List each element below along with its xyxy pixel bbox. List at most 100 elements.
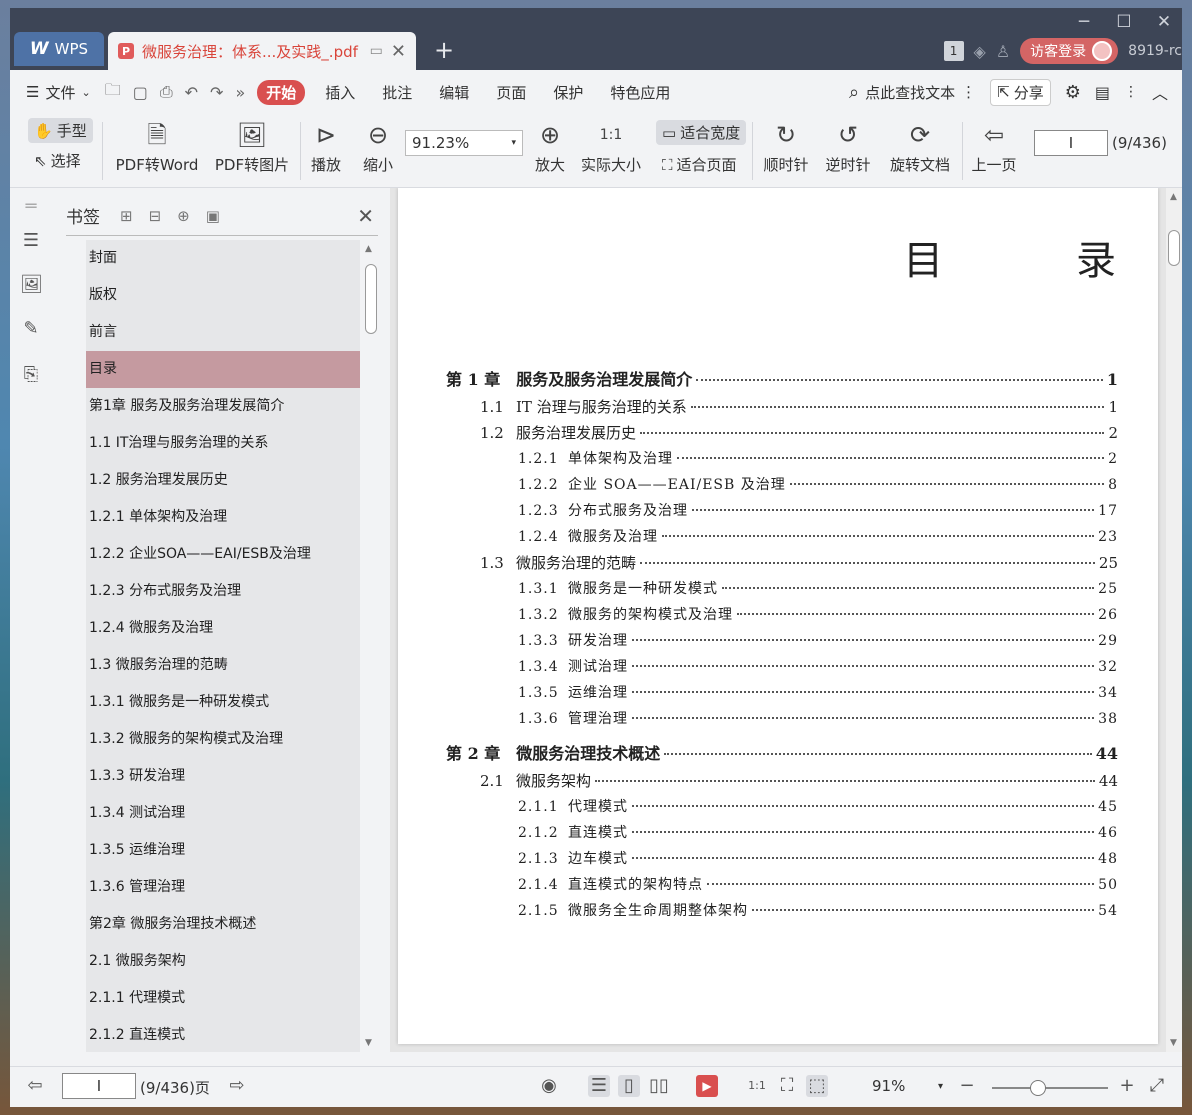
bookmark-item[interactable]: 1.3.5 运维治理	[86, 832, 360, 869]
toc-entry[interactable]: 1.3.3 研发治理 29	[446, 630, 1118, 656]
fit-page-button[interactable]: ⛶ 适合页面	[662, 154, 737, 175]
collapse-all-icon[interactable]: ⊟	[149, 207, 162, 225]
bookmark-item[interactable]: 第1章 服务及服务治理发展简介	[86, 388, 360, 425]
toc-entry[interactable]: 1.3.2 微服务的架构模式及治理 26	[446, 604, 1118, 630]
new-tab-icon[interactable]: +	[434, 36, 454, 64]
rotate-document-button[interactable]: ⟳ 旋转文档	[888, 120, 952, 175]
toc-entry[interactable]: 1.1 IT 治理与服务治理的关系 1	[446, 396, 1118, 422]
more-icon[interactable]: ⋮	[1124, 84, 1138, 100]
fit-page-icon[interactable]: ⛶	[776, 1075, 798, 1097]
toc-entry[interactable]: 2.1.5 微服务全生命周期整体架构 54	[446, 900, 1118, 926]
bookmark-list-icon[interactable]: ☰	[20, 230, 42, 252]
toc-entry[interactable]: 2.1.4 直连模式的架构特点 50	[446, 874, 1118, 900]
bookmark-item[interactable]: 2.1.2 直连模式	[86, 1017, 360, 1052]
bookmark-item[interactable]: 前言	[86, 314, 360, 351]
scroll-up-icon[interactable]: ▲	[1170, 192, 1177, 202]
toc-entry[interactable]: 1.3 微服务治理的范畴 25	[446, 552, 1118, 578]
zoom-out-button[interactable]: ⊖ 缩小	[360, 120, 396, 175]
bookmark-item[interactable]: 1.2 服务治理发展历史	[86, 462, 360, 499]
fit-width-icon[interactable]: ⬚	[806, 1075, 828, 1097]
play-slideshow-icon[interactable]: ▶	[696, 1075, 718, 1097]
two-page-icon[interactable]: ▯▯	[648, 1075, 670, 1097]
find-text-button[interactable]: ⌕ 点此查找文本 ⋮	[849, 82, 976, 103]
undo-icon[interactable]: ↶	[185, 83, 198, 102]
chevron-down-icon[interactable]: ▾	[938, 1081, 943, 1092]
prev-page-icon[interactable]: ⇦	[24, 1075, 46, 1097]
expand-all-icon[interactable]: ⊞	[120, 207, 133, 225]
guest-login-button[interactable]: 访客登录	[1020, 38, 1119, 64]
drag-handle-icon[interactable]: ═	[20, 196, 42, 218]
tab-document[interactable]: P 微服务治理：体系...及实践_.pdf ▭ ✕	[108, 32, 416, 70]
status-page-input[interactable]: I	[62, 1073, 136, 1099]
bookmark-item[interactable]: 1.3.6 管理治理	[86, 869, 360, 906]
add-bookmark-icon[interactable]: ⊕	[177, 207, 190, 225]
tab-insert[interactable]: 插入	[325, 82, 355, 103]
bookmark-options-icon[interactable]: ▣	[206, 207, 220, 225]
actual-size-icon[interactable]: 1:1	[746, 1075, 768, 1097]
close-window-icon[interactable]: ✕	[1156, 12, 1172, 32]
bookmark-item[interactable]: 1.3.1 微服务是一种研发模式	[86, 684, 360, 721]
more-chevron-icon[interactable]: »	[235, 83, 245, 102]
tab-wps-home[interactable]: W WPS	[14, 32, 104, 66]
toc-entry[interactable]: 2.1.2 直连模式 46	[446, 822, 1118, 848]
actual-size-button[interactable]: 1:1 实际大小	[580, 120, 642, 175]
bookmark-item[interactable]: 1.3.3 研发治理	[86, 758, 360, 795]
bookmark-item[interactable]: 1.1 IT治理与服务治理的关系	[86, 425, 360, 462]
bookmark-item[interactable]: 1.2.2 企业SOA——EAI/ESB及治理	[86, 536, 360, 573]
scroll-thumb[interactable]	[1168, 230, 1180, 266]
zoom-slider-knob[interactable]	[1030, 1080, 1046, 1096]
share-button[interactable]: ⇱ 分享	[990, 78, 1051, 106]
toc-entry[interactable]: 2.1.1 代理模式 45	[446, 796, 1118, 822]
toc-entry[interactable]: 1.2.4 微服务及治理 23	[446, 526, 1118, 552]
page-number-input[interactable]: I	[1034, 130, 1108, 156]
toc-entry[interactable]: 1.2 服务治理发展历史 2	[446, 422, 1118, 448]
toc-entry[interactable]: 第 1 章服务及服务治理发展简介 1	[446, 366, 1118, 396]
bookmark-item[interactable]: 1.2.3 分布式服务及治理	[86, 573, 360, 610]
thumbnail-icon[interactable]: 🖼	[20, 274, 43, 296]
shirt-icon[interactable]: ♙	[996, 42, 1010, 61]
toc-entry[interactable]: 1.2.2 企业 SOA——EAI/ESB 及治理 8	[446, 474, 1118, 500]
tab-edit[interactable]: 编辑	[439, 82, 469, 103]
rotate-counterclockwise-button[interactable]: ↺ 逆时针	[824, 120, 872, 175]
scroll-down-icon[interactable]: ▼	[365, 1038, 372, 1048]
bookmark-item[interactable]: 1.3.4 测试治理	[86, 795, 360, 832]
hand-tool-button[interactable]: ✋ 手型	[28, 118, 93, 143]
collapse-ribbon-icon[interactable]: ︿	[1152, 80, 1168, 104]
close-tab-icon[interactable]: ✕	[391, 41, 406, 62]
zoom-in-icon[interactable]: +	[1116, 1075, 1138, 1097]
fit-width-button[interactable]: ▭ 适合宽度	[656, 120, 747, 145]
zoom-in-button[interactable]: ⊕ 放大	[532, 120, 568, 175]
toc-entry[interactable]: 2.1 微服务架构 44	[446, 770, 1118, 796]
toc-entry[interactable]: 1.3.4 测试治理 32	[446, 656, 1118, 682]
bookmark-scrollbar[interactable]: ▲ ▼	[362, 240, 378, 1052]
pdf-to-image-button[interactable]: 🖼 PDF转图片	[214, 120, 290, 175]
single-page-icon[interactable]: ▯	[618, 1075, 640, 1097]
eye-protection-icon[interactable]: ◉	[538, 1075, 560, 1097]
bookmark-item[interactable]: 2.1.1 代理模式	[86, 980, 360, 1017]
window-count-badge[interactable]: 1	[943, 41, 964, 61]
continuous-view-icon[interactable]: ☰	[588, 1075, 610, 1097]
zoom-slider[interactable]	[992, 1080, 1108, 1096]
document-scrollbar[interactable]: ▲ ▼	[1166, 188, 1182, 1052]
bookmark-item[interactable]: 第2章 微服务治理技术概述	[86, 906, 360, 943]
toc-entry[interactable]: 第 2 章微服务治理技术概述 44	[446, 740, 1118, 770]
play-button[interactable]: ⊳ 播放	[308, 120, 344, 175]
tab-start[interactable]: 开始	[257, 79, 306, 105]
bookmark-item[interactable]: 版权	[86, 277, 360, 314]
scroll-down-icon[interactable]: ▼	[1170, 1038, 1177, 1048]
toc-entry[interactable]: 1.3.1 微服务是一种研发模式 25	[446, 578, 1118, 604]
bookmark-item[interactable]: 1.2.1 单体架构及治理	[86, 499, 360, 536]
bookmark-item[interactable]: 2.1 微服务架构	[86, 943, 360, 980]
zoom-out-icon[interactable]: −	[956, 1075, 978, 1097]
toc-entry[interactable]: 1.3.5 运维治理 34	[446, 682, 1118, 708]
scroll-thumb[interactable]	[365, 264, 377, 334]
prev-page-button[interactable]: ⇦ 上一页	[970, 120, 1018, 175]
tab-protect[interactable]: 保护	[553, 82, 583, 103]
annotation-icon[interactable]: ✎	[20, 318, 42, 340]
tab-features[interactable]: 特色应用	[610, 82, 670, 103]
bookmark-item[interactable]: 1.3.2 微服务的架构模式及治理	[86, 721, 360, 758]
save-icon[interactable]: ▢	[133, 83, 148, 102]
redo-icon[interactable]: ↷	[210, 83, 223, 102]
toc-entry[interactable]: 1.2.1 单体架构及治理 2	[446, 448, 1118, 474]
open-folder-icon[interactable]: 🗀	[105, 79, 121, 106]
